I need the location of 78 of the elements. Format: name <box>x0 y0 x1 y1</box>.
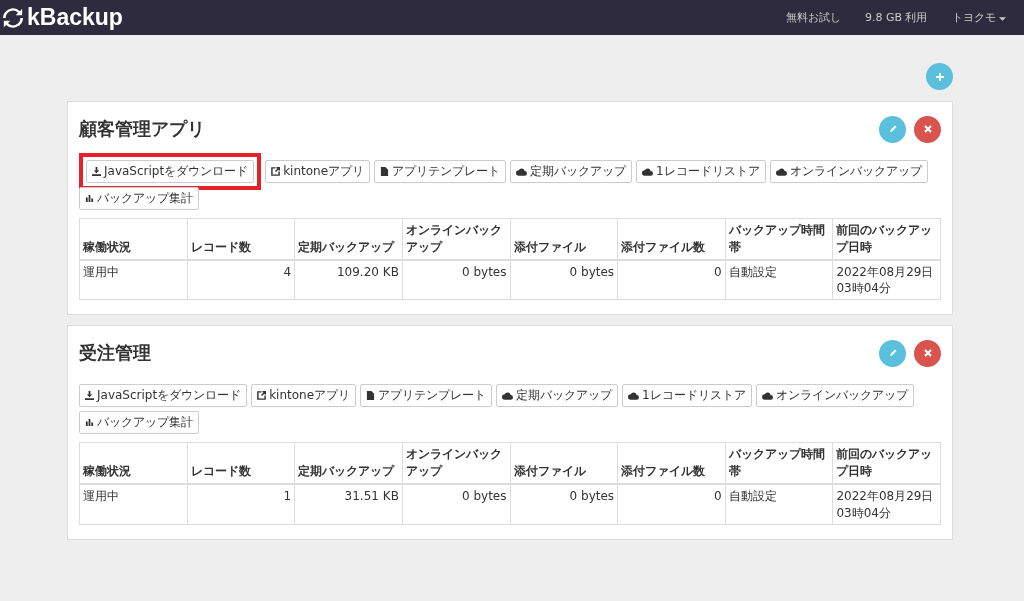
app-title: 顧客管理アプリ <box>79 117 205 141</box>
table-cell: 自動設定 <box>725 484 833 525</box>
table-cell: 1 <box>187 484 295 525</box>
pencil-icon <box>887 124 898 134</box>
cloud-icon <box>775 167 787 176</box>
sync-icon <box>2 6 24 29</box>
table-cell: 4 <box>187 260 295 300</box>
table-cell: 運用中 <box>79 484 188 525</box>
action-button[interactable]: オンラインバックアップ <box>755 384 914 408</box>
table-cell: 31.51 KB <box>294 484 403 525</box>
bar-chart-icon <box>85 418 94 428</box>
table-cell: 0 <box>617 260 726 300</box>
column-header: 前回のバックアップ日時 <box>832 218 941 260</box>
app-title: 受注管理 <box>79 341 151 366</box>
edit-button[interactable] <box>879 339 906 367</box>
action-button[interactable]: 1レコードリストア <box>622 384 752 408</box>
table-cell: 0 bytes <box>402 484 510 525</box>
table-cell: 0 bytes <box>510 484 618 525</box>
close-icon <box>922 124 933 134</box>
column-header: バックアップ時間帯 <box>725 442 833 485</box>
nav-link[interactable]: 無料お試し <box>785 10 841 25</box>
column-header: 稼働状況 <box>79 218 188 260</box>
action-button[interactable]: JavaScriptをダウンロード <box>79 384 248 408</box>
external-link-icon <box>271 167 281 176</box>
download-icon <box>85 391 94 401</box>
column-header: 稼働状況 <box>79 442 188 485</box>
pencil-icon <box>887 348 898 359</box>
column-header: 添付ファイル <box>510 442 618 485</box>
cloud-icon <box>628 391 640 400</box>
cloud-icon <box>761 391 773 400</box>
plus-icon <box>934 71 945 82</box>
delete-button[interactable] <box>914 115 941 143</box>
action-button[interactable]: バックアップ集計 <box>79 411 199 435</box>
download-icon <box>92 167 101 176</box>
table-cell: 0 <box>617 484 726 525</box>
nav-link[interactable]: 9.8 GB 利用 <box>864 10 928 25</box>
bar-chart-icon <box>85 194 94 203</box>
action-button[interactable]: kintoneアプリ <box>251 384 357 408</box>
column-header: 添付ファイル <box>510 218 618 260</box>
table-cell: 109.20 KB <box>294 260 403 300</box>
add-button[interactable] <box>926 63 953 90</box>
action-button[interactable]: アプリテンプレート <box>374 160 507 183</box>
cloud-icon <box>642 167 654 176</box>
action-button[interactable]: バックアップ集計 <box>79 187 199 210</box>
column-header: レコード数 <box>187 442 295 485</box>
column-header: レコード数 <box>187 218 295 260</box>
action-button[interactable]: JavaScriptをダウンロード <box>86 160 255 183</box>
action-button[interactable]: kintoneアプリ <box>265 160 371 183</box>
column-header: 定期バックアップ <box>294 442 403 485</box>
column-header: 前回のバックアップ日時 <box>832 442 941 485</box>
table-cell: 2022年08月29日03時04分 <box>832 484 941 525</box>
action-button[interactable]: 定期バックアップ <box>496 384 619 408</box>
caret-icon <box>999 17 1006 21</box>
table-cell: 0 bytes <box>402 260 510 300</box>
external-link-icon <box>257 391 267 401</box>
logo[interactable]: kBackup <box>27 4 123 31</box>
column-header: オンラインバックアップ <box>402 218 510 260</box>
cloud-icon <box>502 391 514 400</box>
column-header: 添付ファイル数 <box>617 218 726 260</box>
action-button[interactable]: オンラインバックアップ <box>769 160 928 183</box>
table-cell: 2022年08月29日03時04分 <box>832 260 941 300</box>
user-menu[interactable]: トヨクモ <box>951 10 1006 25</box>
column-header: バックアップ時間帯 <box>725 218 833 260</box>
close-icon <box>922 348 933 359</box>
action-button[interactable]: アプリテンプレート <box>360 384 493 408</box>
column-header: 添付ファイル数 <box>617 442 726 485</box>
cloud-icon <box>516 167 528 176</box>
table-cell: 運用中 <box>79 260 188 300</box>
table-cell: 自動設定 <box>725 260 833 300</box>
delete-button[interactable] <box>914 339 941 367</box>
column-header: 定期バックアップ <box>294 218 403 260</box>
action-button[interactable]: 定期バックアップ <box>510 160 633 183</box>
column-header: オンラインバックアップ <box>402 442 510 485</box>
file-icon <box>366 391 376 401</box>
edit-button[interactable] <box>879 115 906 143</box>
action-button[interactable]: 1レコードリストア <box>636 160 766 183</box>
table-cell: 0 bytes <box>510 260 618 300</box>
file-icon <box>380 167 390 176</box>
